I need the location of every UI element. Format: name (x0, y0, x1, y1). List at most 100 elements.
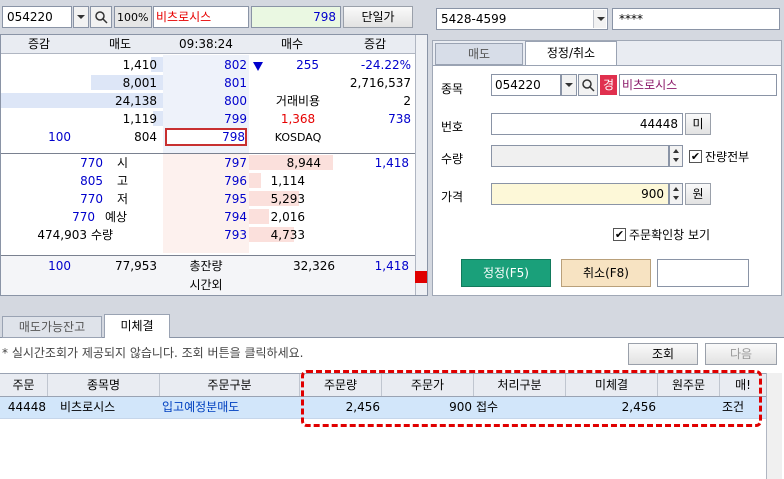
item-name: 비츠로시스 (622, 78, 678, 92)
info-value: 255 (296, 58, 319, 72)
ask-price[interactable]: 801 (163, 75, 247, 92)
bottom-tabs: 매도가능잔고 미체결 (0, 314, 784, 339)
item-dropdown-button[interactable] (561, 74, 577, 96)
market-label: KOSDAQ (274, 131, 322, 144)
up-arrow-icon (673, 149, 679, 153)
open-value: 770 (80, 156, 103, 170)
current-price: 798 (313, 10, 336, 24)
bid-qty[interactable]: 5,293 (249, 191, 305, 208)
remaining-all-label: 잔량전부 (705, 150, 750, 164)
single-price-button[interactable]: 단일가 (343, 6, 413, 28)
bid-price[interactable]: 793 (163, 227, 247, 244)
ask-qty[interactable]: 8,001 (77, 75, 157, 92)
orderbook-footer: 100 77,953 총잔량 시간외 32,326 1,418 (1, 255, 415, 295)
remaining-all-checkbox[interactable]: ✔ (689, 150, 702, 163)
ask-price[interactable]: 798 (163, 129, 245, 146)
tab-sellable-balance[interactable]: 매도가능잔고 (2, 316, 102, 338)
password-input[interactable]: **** (612, 8, 780, 30)
stock-code-input[interactable]: 054220 (2, 6, 72, 28)
header-bid-change: 증감 (363, 37, 387, 51)
bid-price[interactable]: 796 (163, 173, 247, 190)
stock-code-value: 054220 (7, 10, 53, 24)
bid-qty[interactable]: 2,016 (249, 209, 305, 226)
orderbook-header: 증감 매도 09:38:24 매수 증감 (1, 35, 415, 54)
ask-qty[interactable]: 1,119 (77, 111, 157, 128)
chevron-down-icon (74, 8, 87, 26)
highlight-annotation (301, 370, 762, 427)
header-bid: 매수 (280, 37, 304, 51)
tab-modify-cancel[interactable]: 정정/취소 (525, 41, 617, 66)
code-dropdown-button[interactable] (73, 6, 89, 28)
tab-unfilled[interactable]: 미체결 (104, 314, 170, 339)
warning-badge: 경 (600, 75, 617, 95)
qty-label: 수량 (441, 152, 464, 166)
query-button[interactable]: 조회 (628, 343, 698, 365)
single-price-label: 단일가 (361, 10, 395, 24)
bid-price[interactable]: 794 (163, 209, 247, 226)
ask-price[interactable]: 802 (163, 57, 247, 74)
stock-search-button[interactable] (90, 6, 112, 28)
grid-scrollbar[interactable] (766, 373, 782, 479)
cancel-order-label: 취소(F8) (583, 266, 629, 280)
item-search-button[interactable] (578, 74, 598, 96)
info-value: 738 (388, 112, 411, 126)
ask-price[interactable]: 799 (163, 111, 247, 128)
order-panel: 매도 정정/취소 종목 054220 경 비츠로시스 번호 44448 미 수량… (432, 40, 782, 296)
price-stepper[interactable] (669, 183, 683, 205)
search-icon (582, 79, 595, 92)
divider (1, 153, 415, 154)
unfilled-lookup-button[interactable]: 미 (685, 113, 711, 135)
currency-button[interactable]: 원 (685, 183, 711, 205)
col-item-name[interactable]: 종목명 (48, 374, 160, 396)
ask-qty[interactable]: 24,138 (77, 93, 157, 110)
order-no-value: 44448 (639, 117, 678, 131)
bid-qty[interactable]: 1,114 (249, 173, 305, 190)
price-input[interactable]: 900 (491, 183, 669, 205)
order-no-label: 번호 (441, 120, 464, 134)
total-bid-change: 1,418 (374, 259, 409, 273)
col-order-type[interactable]: 주문구분 (160, 374, 300, 396)
ask-qty[interactable]: 1,410 (77, 57, 157, 74)
stock-name: 비츠로시스 (156, 10, 212, 24)
expected-qty-value: 474,903 (37, 228, 87, 242)
bid-price[interactable]: 797 (163, 155, 247, 172)
bid-qty[interactable]: 8,944 (249, 155, 321, 172)
high-value: 805 (80, 174, 103, 188)
down-arrow-icon (673, 158, 679, 162)
bid-qty[interactable]: 4,733 (249, 227, 305, 244)
zoom-badge[interactable]: 100% (114, 6, 152, 28)
item-code-input[interactable]: 054220 (491, 74, 561, 96)
tab-sell[interactable]: 매도 (435, 43, 523, 65)
search-icon (95, 11, 108, 24)
after-hours-label: 시간외 (189, 278, 223, 292)
order-no-input[interactable]: 44448 (491, 113, 683, 135)
low-label: 저 (117, 192, 129, 206)
realtime-notice: * 실시간조회가 제공되지 않습니다. 조회 버튼을 클릭하세요. (2, 346, 304, 360)
qty-input[interactable] (491, 145, 669, 167)
price-label: 가격 (441, 190, 464, 204)
down-triangle-icon (253, 62, 263, 71)
row-order-type: 입고예정분매도 (162, 400, 240, 414)
cancel-order-button[interactable]: 취소(F8) (561, 259, 651, 287)
ask-qty[interactable]: 804 (77, 129, 157, 146)
current-price-field: 798 (251, 6, 341, 28)
orderbook-scrollbar[interactable] (415, 35, 427, 295)
modify-submit-label: 정정(F5) (483, 266, 529, 280)
up-arrow-icon (673, 187, 679, 191)
high-label: 고 (117, 174, 129, 188)
trade-cost-value: 2 (403, 94, 411, 108)
col-order-no[interactable]: 주문 (0, 374, 48, 396)
expected-value: 770 (72, 210, 95, 224)
warning-badge-label: 경 (602, 78, 615, 92)
modify-submit-button[interactable]: 정정(F5) (461, 259, 551, 287)
account-select[interactable]: 5428-4599 (436, 8, 608, 30)
trade-cost-label: 거래비용 (275, 94, 321, 108)
ask-price[interactable]: 800 (163, 93, 247, 110)
bid-price[interactable]: 795 (163, 191, 247, 208)
stock-name-field: 비츠로시스 (153, 6, 249, 28)
expected-label: 예상 (105, 210, 128, 224)
orderbook: 증감 매도 09:38:24 매수 증감 1,410 802 255 -24.2… (0, 34, 428, 296)
next-button[interactable]: 다음 (705, 343, 777, 365)
qty-stepper[interactable] (669, 145, 683, 167)
order-confirm-checkbox[interactable]: ✔ (613, 228, 626, 241)
